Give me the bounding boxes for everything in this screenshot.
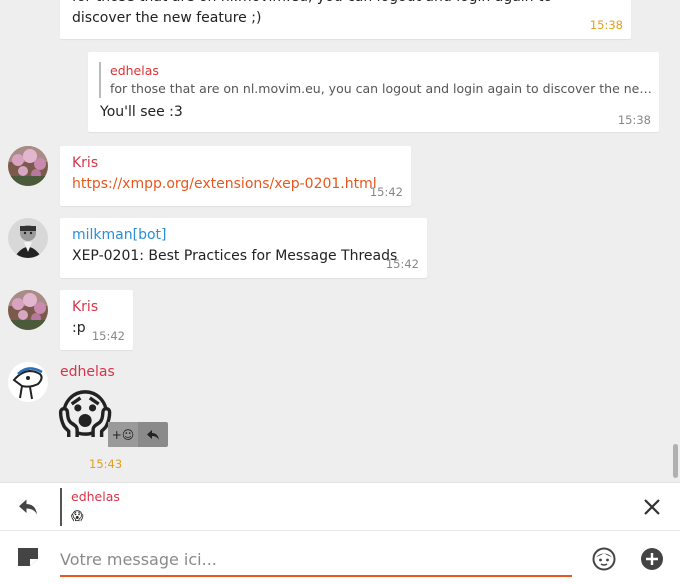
smiley-icon xyxy=(592,547,616,571)
message-time: 15:42 xyxy=(369,185,403,199)
scream-emoji: 😱 xyxy=(58,385,113,445)
message-time: 15:43 xyxy=(89,457,123,471)
message-text: for those that are on nl.movim.eu, you c… xyxy=(72,0,552,26)
message-author[interactable]: edhelas xyxy=(60,362,115,382)
message-bubble: for those that are on nl.movim.eu, you c… xyxy=(60,0,631,39)
message-time: 15:42 xyxy=(385,257,419,271)
message-author[interactable]: Kris xyxy=(72,297,98,317)
message-author[interactable]: Kris xyxy=(72,153,98,173)
message-bubble: milkman[bot] XEP-0201: Best Practices fo… xyxy=(60,218,427,278)
message-time: 15:38 xyxy=(589,18,623,32)
message-link[interactable]: https://xmpp.org/extensions/xep-0201.htm… xyxy=(72,174,377,195)
avatar-milkman-bot[interactable] xyxy=(8,218,48,258)
reply-preview-author: edhelas xyxy=(71,489,120,504)
message-bubble: Kris :p 15:42 xyxy=(60,290,133,350)
avatar-edhelas[interactable] xyxy=(8,362,48,402)
message-input[interactable] xyxy=(60,543,572,577)
message-bubble: Kris https://xmpp.org/extensions/xep-020… xyxy=(60,146,411,206)
reply-preview-quote: edhelas 😱 xyxy=(60,488,120,526)
draft-icon[interactable] xyxy=(14,543,42,571)
message-composer xyxy=(0,530,680,584)
emoji-picker-button[interactable] xyxy=(590,545,618,573)
quote-author: edhelas xyxy=(110,63,159,78)
close-icon xyxy=(644,499,660,515)
message-text: XEP-0201: Best Practices for Message Thr… xyxy=(72,248,398,264)
reply-icon xyxy=(14,493,42,521)
add-attachment-button[interactable] xyxy=(638,545,666,573)
message-time: 15:38 xyxy=(617,113,651,127)
quote-text: for those that are on nl.movim.eu, you c… xyxy=(110,81,652,96)
avatar-kris[interactable] xyxy=(8,146,48,186)
add-reaction-button[interactable]: +☺ xyxy=(108,422,138,447)
reply-icon[interactable] xyxy=(138,422,168,447)
message-actions: +☺ xyxy=(108,422,168,447)
reply-preview-text: 😱 xyxy=(71,509,84,523)
message-author[interactable]: milkman[bot] xyxy=(72,225,166,245)
chat-history: for those that are on nl.movim.eu, you c… xyxy=(0,0,680,482)
quoted-message[interactable]: edhelas for those that are on nl.movim.e… xyxy=(99,62,652,98)
message-text: :p xyxy=(72,320,86,336)
message-text: You'll see :3 xyxy=(100,104,183,120)
message-time: 15:42 xyxy=(91,329,125,343)
chat-scrollbar[interactable] xyxy=(673,444,678,478)
avatar-kris[interactable] xyxy=(8,290,48,330)
plus-circle-icon xyxy=(641,548,663,570)
message-bubble: edhelas for those that are on nl.movim.e… xyxy=(88,52,659,132)
reply-preview-bar: edhelas 😱 xyxy=(0,482,680,531)
close-reply-button[interactable] xyxy=(638,493,666,521)
